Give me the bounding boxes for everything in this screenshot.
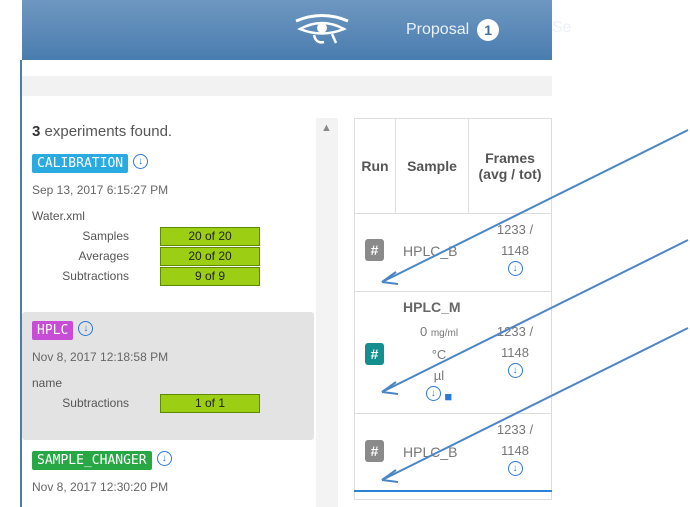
annotation-arrows (381, 129, 689, 483)
annotation-arrow (381, 239, 689, 393)
annotation-arrow (381, 129, 689, 283)
annotation-arrow (381, 327, 689, 481)
